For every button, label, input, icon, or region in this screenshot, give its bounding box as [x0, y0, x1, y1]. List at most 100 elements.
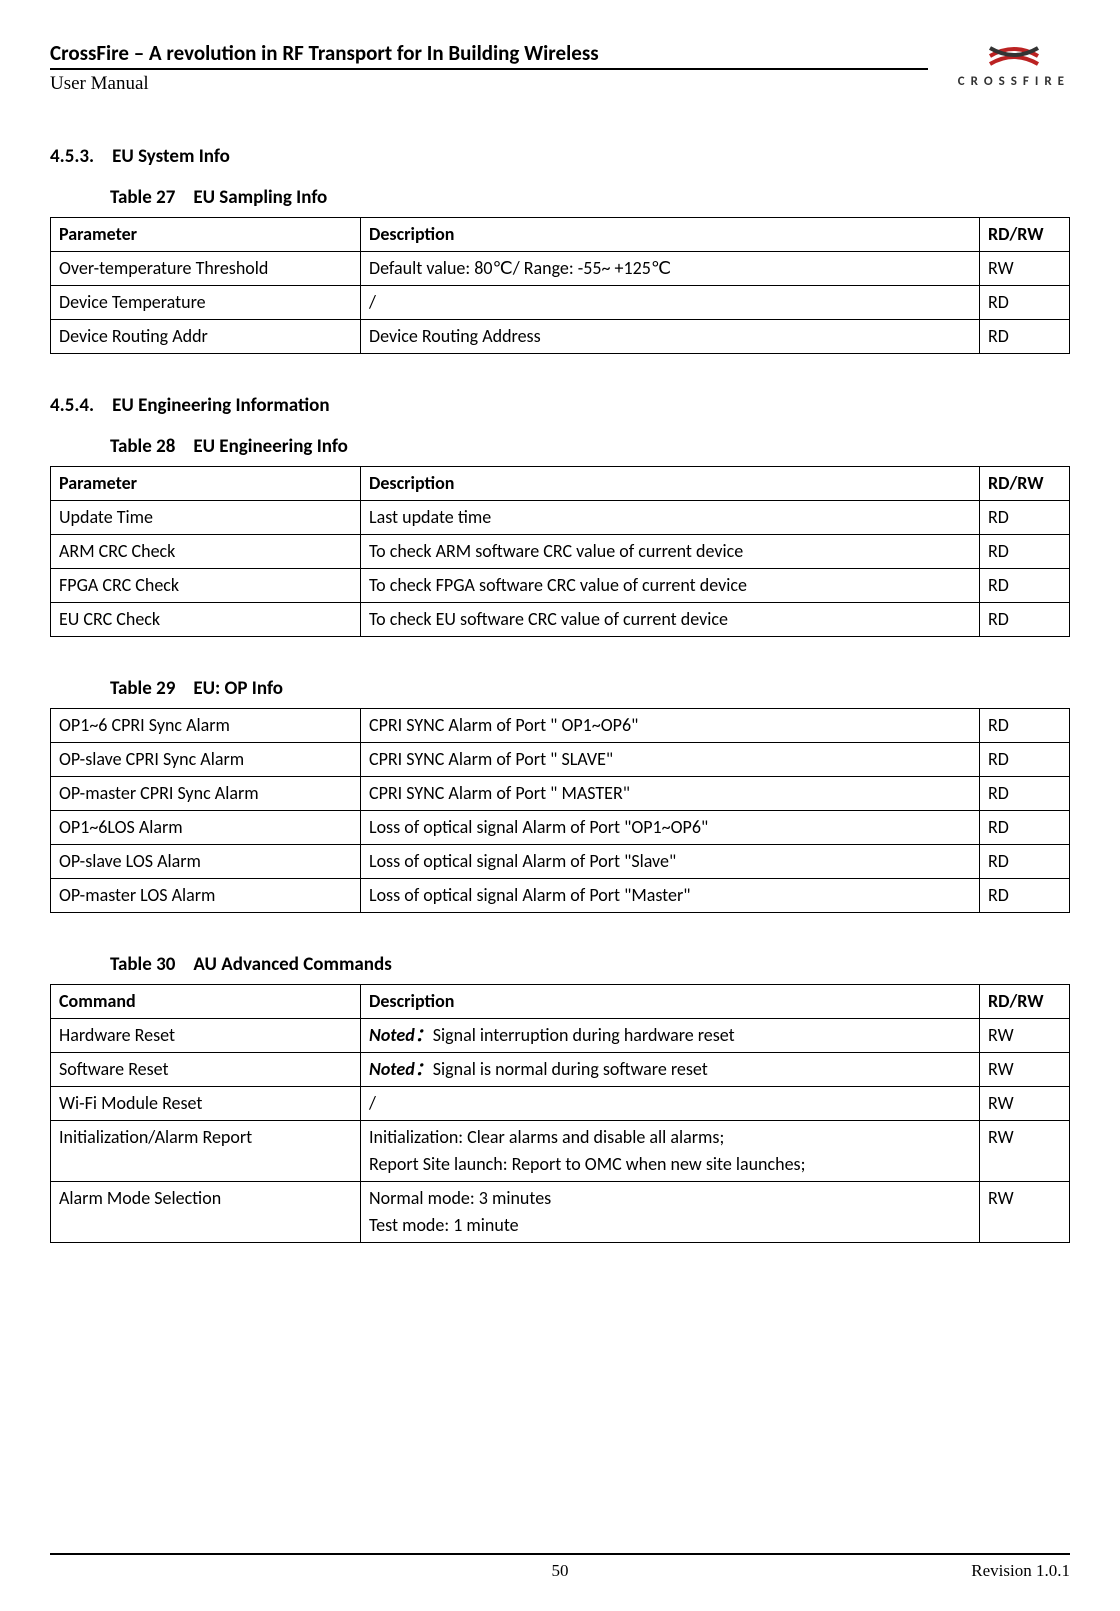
col-rdrw: RD/RW: [980, 467, 1070, 501]
table-header-row: Parameter Description RD/RW: [51, 218, 1070, 252]
cell: Device Temperature: [51, 286, 361, 320]
cell: RW: [980, 1087, 1070, 1121]
cell: RW: [980, 1053, 1070, 1087]
table-row: OP-master LOS AlarmLoss of optical signa…: [51, 879, 1070, 913]
cell: Loss of optical signal Alarm of Port "Ma…: [361, 879, 980, 913]
table-number: Table 29: [110, 677, 175, 700]
table-header-row: Command Description RD/RW: [51, 985, 1070, 1019]
table-caption-30: Table 30 AU Advanced Commands: [110, 953, 1070, 976]
cell: CPRI SYNC Alarm of Port " SLAVE": [361, 743, 980, 777]
table-27: Parameter Description RD/RW Over-tempera…: [50, 217, 1070, 354]
table-29: OP1~6 CPRI Sync AlarmCPRI SYNC Alarm of …: [50, 708, 1070, 913]
crossfire-logo: CROSSFIRE: [958, 40, 1070, 89]
cell: RW: [980, 1019, 1070, 1053]
crossfire-logo-text: CROSSFIRE: [958, 74, 1070, 89]
col-description: Description: [361, 467, 980, 501]
cell: OP-master CPRI Sync Alarm: [51, 777, 361, 811]
table-title: EU Sampling Info: [193, 186, 327, 209]
cell: RW: [980, 1121, 1070, 1182]
header-left: CrossFire – A revolution in RF Transport…: [50, 40, 928, 95]
cell: Software Reset: [51, 1053, 361, 1087]
document-title: CrossFire – A revolution in RF Transport…: [50, 40, 928, 70]
cell: RD: [980, 320, 1070, 354]
col-rdrw: RD/RW: [980, 218, 1070, 252]
cell: ARM CRC Check: [51, 535, 361, 569]
page-header: CrossFire – A revolution in RF Transport…: [50, 40, 1070, 95]
cell: RD: [980, 286, 1070, 320]
cell: RD: [980, 569, 1070, 603]
noted-label: Noted：: [369, 1058, 433, 1080]
page-footer: 50 Revision 1.0.1: [50, 1553, 1070, 1581]
table-row: Over-temperature ThresholdDefault value:…: [51, 252, 1070, 286]
cell: Update Time: [51, 501, 361, 535]
cell: RD: [980, 535, 1070, 569]
section-heading-454: 4.5.4.EU Engineering Information: [50, 394, 1070, 417]
cell: Default value: 80℃/ Range: -55~ +125℃: [361, 252, 980, 286]
revision-label: Revision 1.0.1: [920, 1561, 1070, 1581]
cell: Normal mode: 3 minutesTest mode: 1 minut…: [361, 1182, 980, 1243]
table-caption-29: Table 29 EU: OP Info: [110, 677, 1070, 700]
cell: CPRI SYNC Alarm of Port " MASTER": [361, 777, 980, 811]
table-30: Command Description RD/RW Hardware Reset…: [50, 984, 1070, 1243]
col-rdrw: RD/RW: [980, 985, 1070, 1019]
col-command: Command: [51, 985, 361, 1019]
table-row: OP-slave CPRI Sync AlarmCPRI SYNC Alarm …: [51, 743, 1070, 777]
cell: RD: [980, 743, 1070, 777]
cell: RD: [980, 879, 1070, 913]
cell: Hardware Reset: [51, 1019, 361, 1053]
table-row: Wi-Fi Module Reset / RW: [51, 1087, 1070, 1121]
table-number: Table 30: [110, 953, 175, 976]
cell: OP1~6 CPRI Sync Alarm: [51, 709, 361, 743]
cell: Loss of optical signal Alarm of Port "Sl…: [361, 845, 980, 879]
cell: CPRI SYNC Alarm of Port " OP1~OP6": [361, 709, 980, 743]
section-heading-453: 4.5.3.EU System Info: [50, 145, 1070, 168]
cell: RD: [980, 777, 1070, 811]
table-row: Hardware Reset Noted：Signal interruption…: [51, 1019, 1070, 1053]
table-row: OP-master CPRI Sync AlarmCPRI SYNC Alarm…: [51, 777, 1070, 811]
table-header-row: Parameter Description RD/RW: [51, 467, 1070, 501]
cell: EU CRC Check: [51, 603, 361, 637]
table-row: OP-slave LOS AlarmLoss of optical signal…: [51, 845, 1070, 879]
table-row: Device Routing AddrDevice Routing Addres…: [51, 320, 1070, 354]
cell: OP-slave CPRI Sync Alarm: [51, 743, 361, 777]
table-title: EU: OP Info: [193, 677, 283, 700]
cell: FPGA CRC Check: [51, 569, 361, 603]
page-number: 50: [200, 1561, 920, 1581]
table-title: AU Advanced Commands: [193, 953, 391, 976]
cell: To check EU software CRC value of curren…: [361, 603, 980, 637]
cell: /: [361, 286, 980, 320]
crossfire-logo-icon: [958, 40, 1070, 72]
table-number: Table 28: [110, 435, 175, 458]
cell: Initialization: Clear alarms and disable…: [361, 1121, 980, 1182]
cell: OP-master LOS Alarm: [51, 879, 361, 913]
col-description: Description: [361, 985, 980, 1019]
table-row: Software Reset Noted：Signal is normal du…: [51, 1053, 1070, 1087]
table-row: FPGA CRC CheckTo check FPGA software CRC…: [51, 569, 1070, 603]
col-description: Description: [361, 218, 980, 252]
cell: Wi-Fi Module Reset: [51, 1087, 361, 1121]
col-parameter: Parameter: [51, 218, 361, 252]
cell: RW: [980, 1182, 1070, 1243]
section-number: 4.5.4.: [50, 394, 94, 417]
table-row: Update TimeLast update timeRD: [51, 501, 1070, 535]
cell: /: [361, 1087, 980, 1121]
cell: RW: [980, 252, 1070, 286]
cell: Alarm Mode Selection: [51, 1182, 361, 1243]
cell: RD: [980, 811, 1070, 845]
col-parameter: Parameter: [51, 467, 361, 501]
section-number: 4.5.3.: [50, 145, 94, 168]
noted-label: Noted：: [369, 1024, 433, 1046]
cell: To check FPGA software CRC value of curr…: [361, 569, 980, 603]
cell: Initialization/Alarm Report: [51, 1121, 361, 1182]
cell: RD: [980, 845, 1070, 879]
table-row: Initialization/Alarm Report Initializati…: [51, 1121, 1070, 1182]
table-row: EU CRC CheckTo check EU software CRC val…: [51, 603, 1070, 637]
table-row: OP1~6LOS AlarmLoss of optical signal Ala…: [51, 811, 1070, 845]
cell: Over-temperature Threshold: [51, 252, 361, 286]
cell: Noted：Signal is normal during software r…: [361, 1053, 980, 1087]
desc-text: Signal is normal during software reset: [433, 1058, 708, 1080]
cell: RD: [980, 709, 1070, 743]
desc-text: Signal interruption during hardware rese…: [433, 1024, 735, 1046]
cell: Noted：Signal interruption during hardwar…: [361, 1019, 980, 1053]
table-28: Parameter Description RD/RW Update TimeL…: [50, 466, 1070, 637]
